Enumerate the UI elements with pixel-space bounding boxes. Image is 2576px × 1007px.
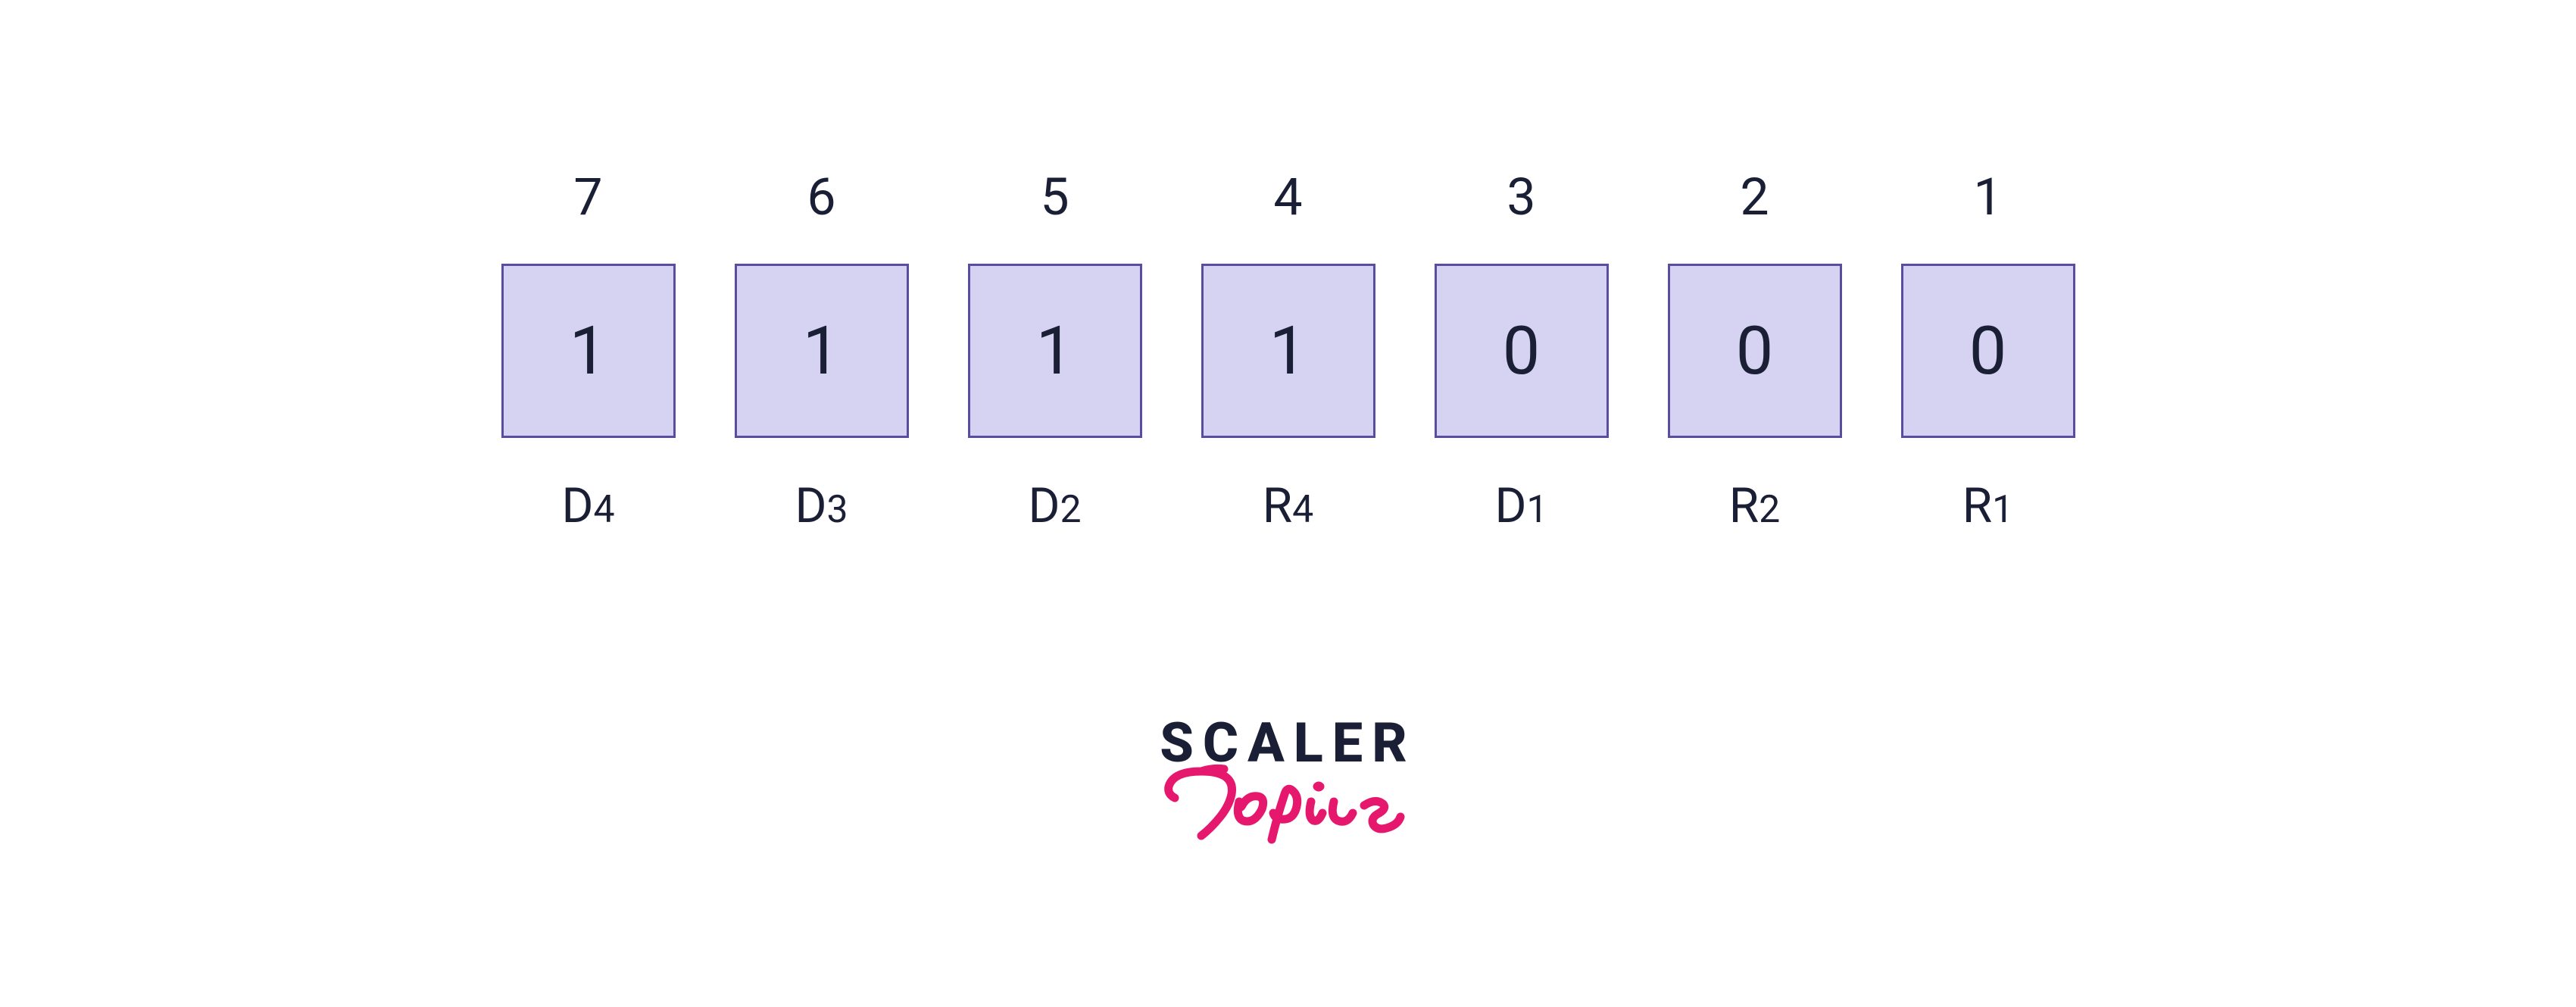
bit-column-7: 7 1 D4 <box>501 167 676 534</box>
name-label: D4 <box>561 477 614 534</box>
index-label: 7 <box>573 167 602 227</box>
bit-column-2: 2 0 R2 <box>1668 167 1842 534</box>
bit-column-6: 6 1 D3 <box>735 167 909 534</box>
name-label: R2 <box>1729 477 1781 534</box>
name-sub: 4 <box>593 488 614 532</box>
index-label: 5 <box>1040 167 1069 227</box>
bit-column-4: 4 1 R4 <box>1201 167 1375 534</box>
name-label: D2 <box>1028 477 1081 534</box>
index-label: 2 <box>1740 167 1769 227</box>
name-prefix: R <box>1263 477 1292 534</box>
name-sub: 2 <box>1759 488 1780 532</box>
bit-box: 1 <box>735 264 909 438</box>
bit-row: 7 1 D4 6 1 D3 5 1 D2 4 1 R4 3 0 D1 <box>501 167 2075 534</box>
name-prefix: R <box>1729 477 1759 534</box>
bit-box: 0 <box>1668 264 1842 438</box>
bit-box: 0 <box>1901 264 2075 438</box>
index-label: 6 <box>807 167 835 227</box>
name-prefix: D <box>795 477 826 534</box>
name-label: D3 <box>795 477 848 534</box>
name-label: D1 <box>1494 477 1547 534</box>
bit-column-1: 1 0 R1 <box>1901 167 2075 534</box>
name-sub: 1 <box>1526 488 1547 532</box>
bit-box: 0 <box>1435 264 1609 438</box>
name-label: R1 <box>1962 477 2014 534</box>
bit-box: 1 <box>1201 264 1375 438</box>
name-prefix: D <box>1028 477 1060 534</box>
name-sub: 3 <box>826 488 848 532</box>
index-label: 1 <box>1973 167 2002 227</box>
bit-column-5: 5 1 D2 <box>968 167 1142 534</box>
topics-script-icon <box>1160 760 1447 866</box>
index-label: 3 <box>1507 167 1535 227</box>
bit-box: 1 <box>968 264 1142 438</box>
name-prefix: D <box>1494 477 1526 534</box>
name-prefix: R <box>1962 477 1992 534</box>
name-sub: 2 <box>1060 488 1081 532</box>
index-label: 4 <box>1273 167 1302 227</box>
scaler-topics-logo: SCALER <box>1144 716 1432 880</box>
logo-text-topics <box>1160 760 1447 869</box>
name-sub: 1 <box>1992 488 2013 532</box>
bit-column-3: 3 0 D1 <box>1435 167 1609 534</box>
name-label: R4 <box>1263 477 1314 534</box>
name-sub: 4 <box>1292 488 1313 532</box>
name-prefix: D <box>561 477 593 534</box>
bit-box: 1 <box>501 264 676 438</box>
